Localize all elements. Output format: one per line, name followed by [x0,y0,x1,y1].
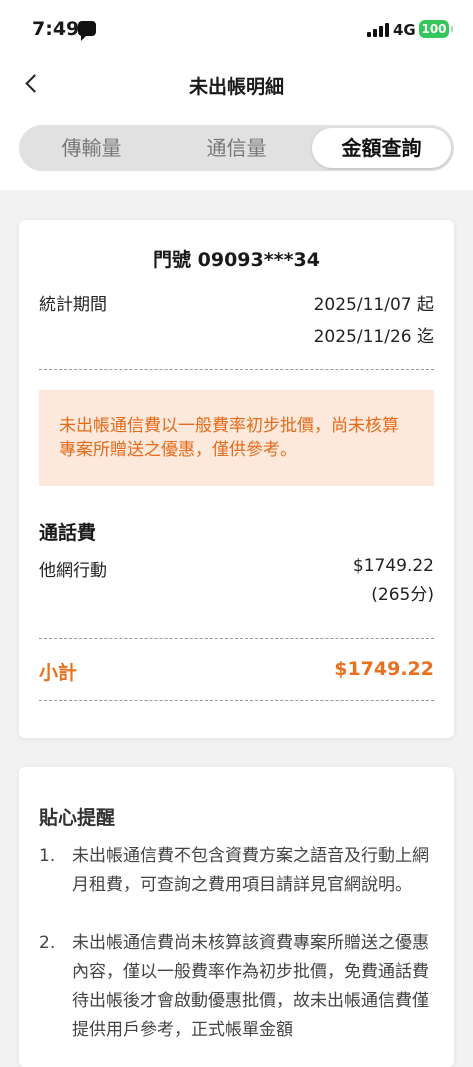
signal-icon [367,23,389,37]
tip-text: 未出帳通信費不包含資費方案之語音及行動上網月租費，可查詢之費用項目請詳見官網說明… [72,846,429,895]
tip-number: 2. [39,933,56,953]
divider [39,700,434,701]
period-start: 2025/11/07 起 [313,295,434,315]
subtotal-amount: $1749.22 [334,658,434,680]
notice-box: 未出帳通信費以一般費率初步批價，尚未核算專案所贈送之優惠，僅供參考。 [39,390,434,486]
page-title: 未出帳明細 [188,76,284,98]
tip-text: 未出帳通信費尚未核算該資費專案所贈送之優惠內容，僅以一般費率作為初步批價，免費通… [72,933,429,1040]
section-title: 通話費 [39,522,97,544]
item-amount: $1749.22 [352,556,434,576]
segmented-control: 傳輸量 通信量 金額查詢 [19,125,454,171]
notice-text: 未出帳通信費以一般費率初步批價，尚未核算專案所贈送之優惠，僅供參考。 [59,416,399,460]
item-label: 他網行動 [39,561,107,581]
divider [39,369,434,370]
status-bar: 7:49 4G 100 [0,0,473,60]
battery-icon: 100 [419,20,453,38]
period-label: 統計期間 [39,295,107,315]
tips-card: 貼心提醒 1. 未出帳通信費不包含資費方案之語音及行動上網月租費，可查詢之費用項… [19,767,454,1067]
divider [39,638,434,639]
tip-number: 1. [39,846,56,866]
tab-amount-query[interactable]: 金額查詢 [312,128,451,168]
period-end: 2025/11/26 迄 [313,327,434,347]
tab-data-usage[interactable]: 傳輸量 [19,125,164,171]
status-time: 7:49 [32,18,80,40]
billing-card: 門號 09093***34 統計期間 2025/11/07 起 2025/11/… [19,220,454,738]
message-icon [78,21,96,41]
network-type: 4G [393,21,416,39]
tips-title: 貼心提醒 [39,807,116,829]
tab-call-usage[interactable]: 通信量 [164,125,309,171]
line-number: 門號 09093***34 [153,249,320,271]
item-minutes: (265分) [371,585,434,605]
subtotal-label: 小計 [39,662,78,684]
top-bar: 7:49 4G 100 未出帳明細 傳輸量 通信量 金額查詢 [0,0,473,190]
